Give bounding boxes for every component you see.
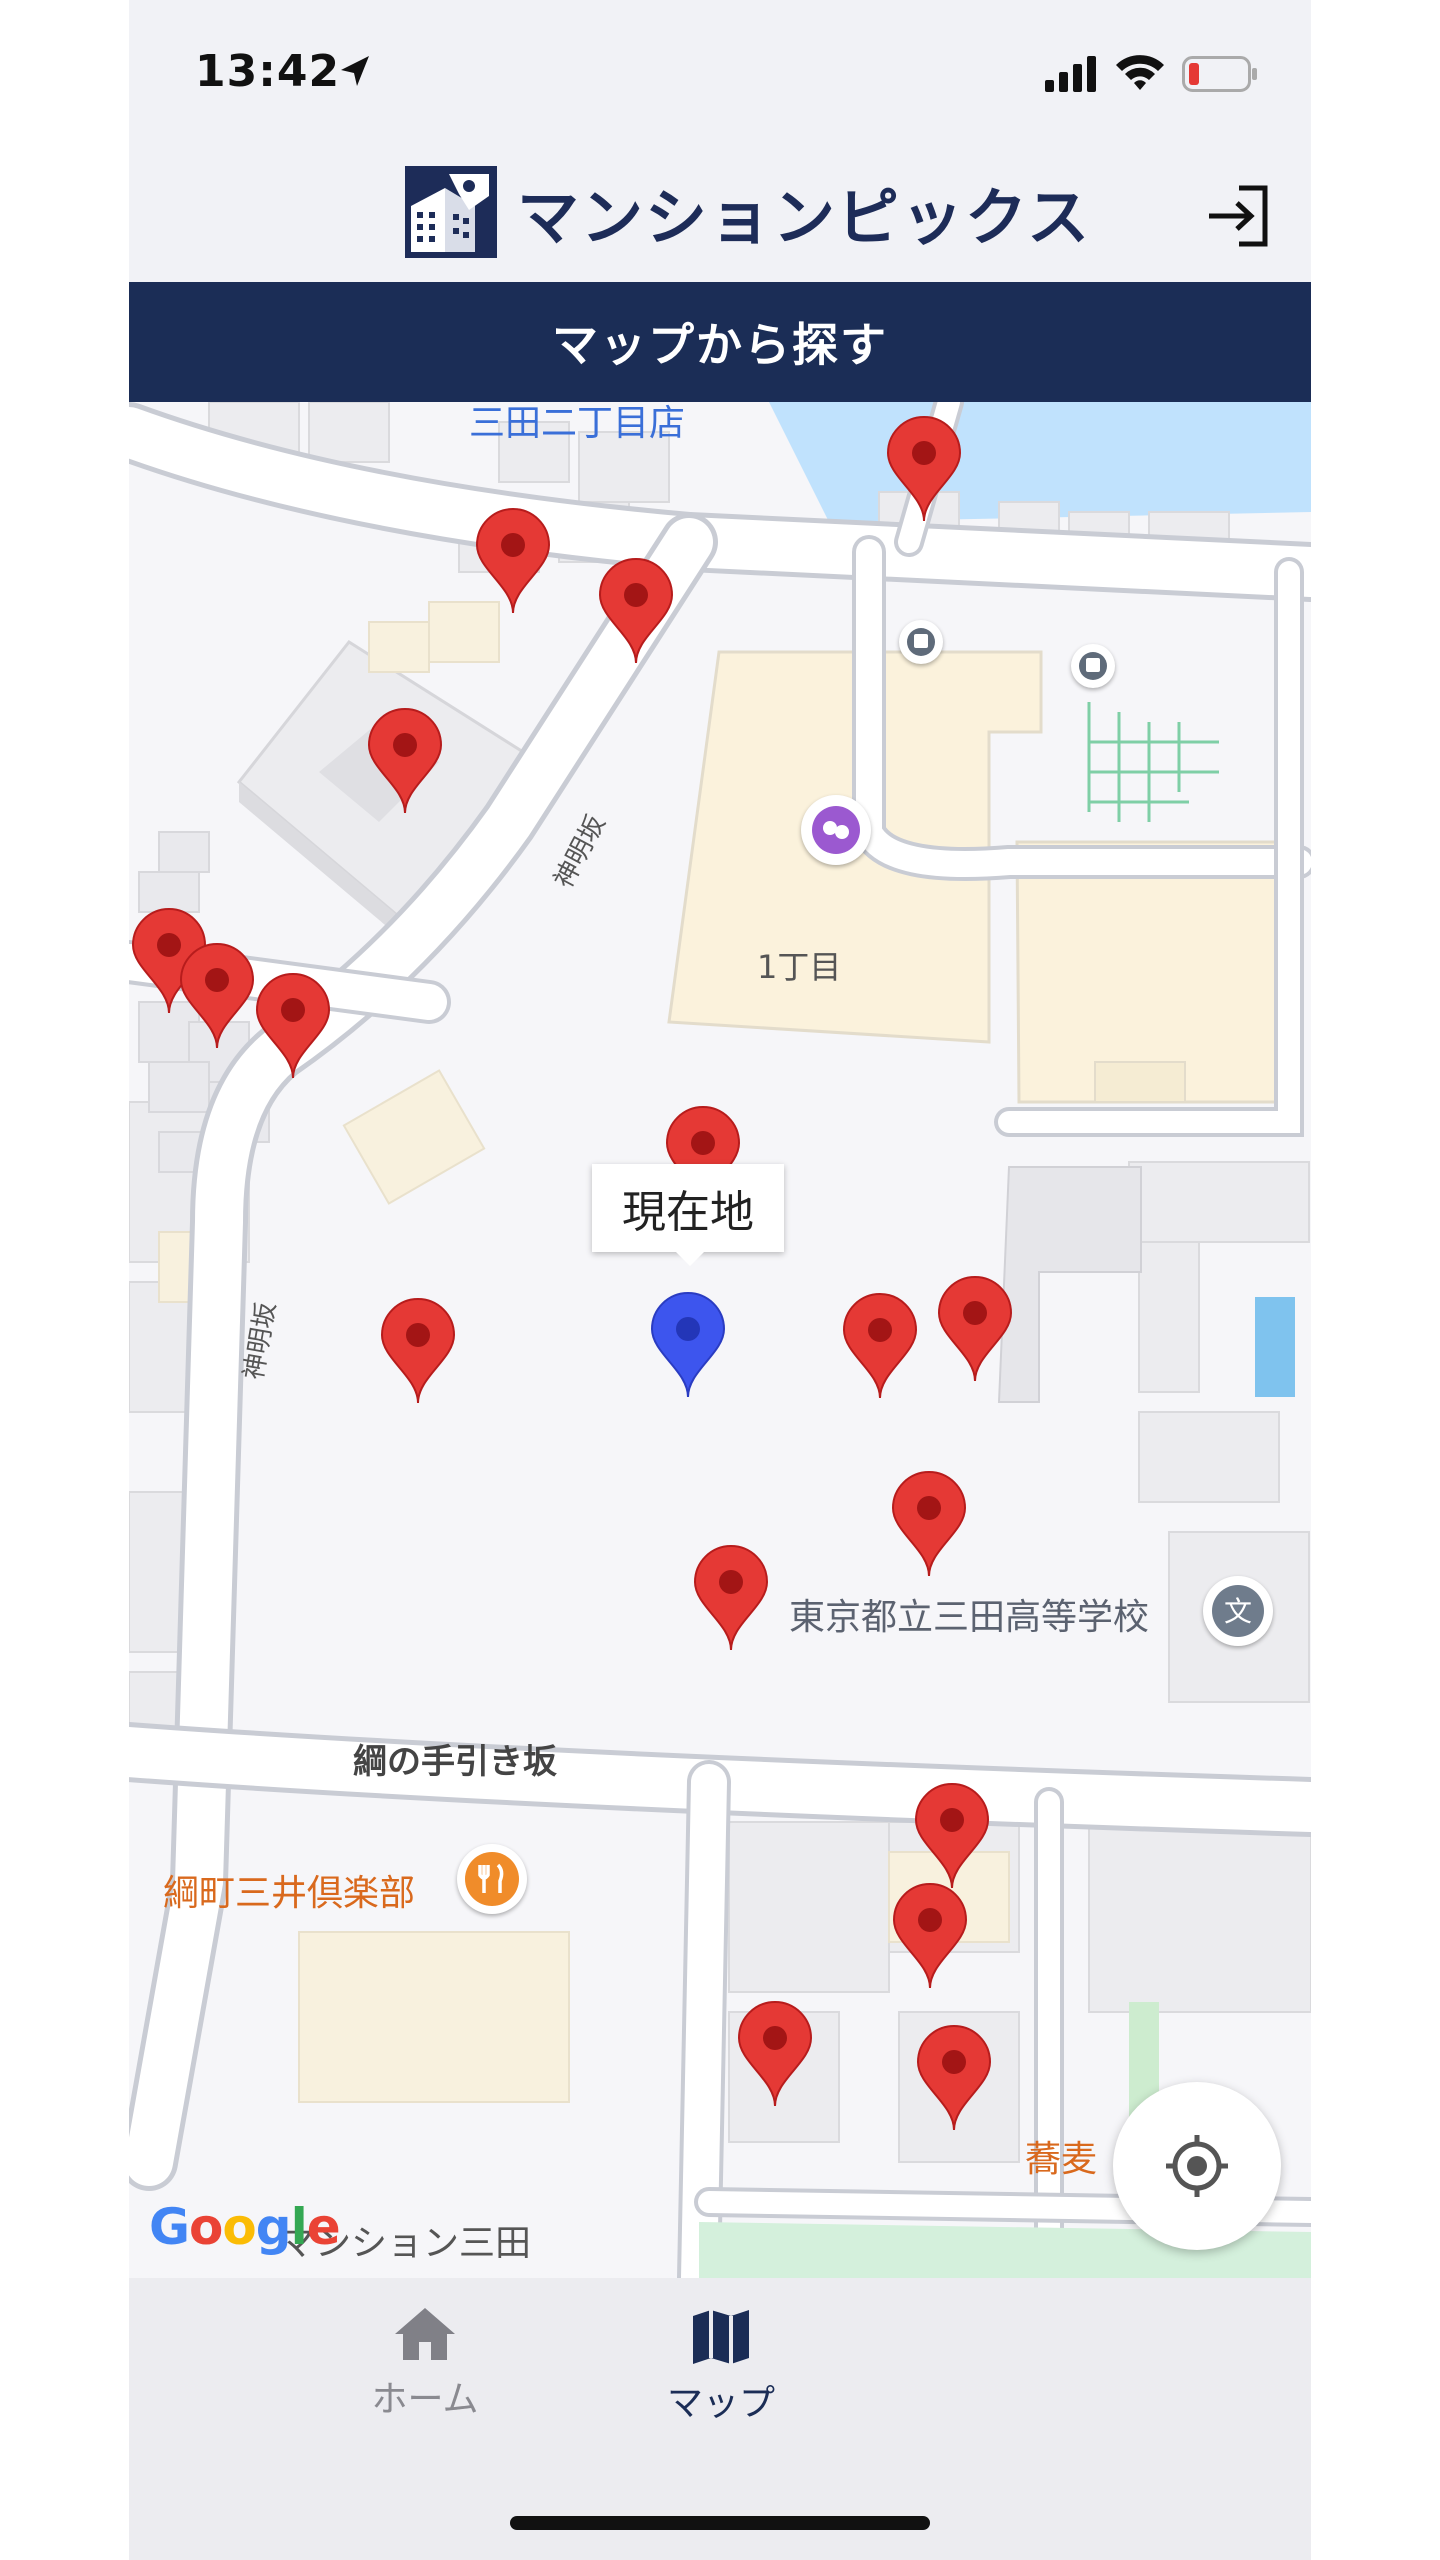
status-time: 13:42 <box>195 46 341 97</box>
app-logo: マンションピックス <box>405 166 1091 258</box>
status-bar: 13:42 <box>129 0 1311 150</box>
map-label-school: 東京都立三田高等学校 <box>789 1597 1150 1638</box>
map-icon <box>693 2310 749 2364</box>
wifi-icon <box>1116 55 1164 90</box>
property-pin[interactable] <box>365 707 445 817</box>
map-label-store: 三田二丁目店 <box>469 403 686 444</box>
property-pin[interactable] <box>691 1544 771 1654</box>
bus-stop-icon[interactable] <box>899 620 943 664</box>
property-pin[interactable] <box>935 1275 1015 1385</box>
school-icon[interactable]: 文 <box>1203 1576 1273 1646</box>
theater-icon[interactable] <box>801 795 871 865</box>
property-pin[interactable] <box>473 507 553 617</box>
property-pin[interactable] <box>884 415 964 525</box>
property-pin[interactable] <box>912 1782 992 1892</box>
current-location-tooltip: 現在地 <box>592 1164 784 1266</box>
property-pin[interactable] <box>890 1882 970 1992</box>
property-pin[interactable] <box>889 1470 969 1580</box>
property-pin[interactable] <box>177 942 257 1052</box>
tab-map-label: マップ <box>666 2383 775 2424</box>
crosshair-icon <box>1166 2135 1228 2197</box>
tab-home-label: ホーム <box>371 2379 479 2420</box>
map-view[interactable]: 三田二丁目店 1丁目 神明坂 神明坂 東京都立三田高等学校 綱の手引き坂 綱町三… <box>129 402 1311 2278</box>
restaurant-icon[interactable] <box>457 1844 527 1914</box>
map-label-district: 1丁目 <box>757 948 842 986</box>
building-logo-icon <box>405 166 497 258</box>
property-pin[interactable] <box>914 2024 994 2134</box>
my-location-button[interactable] <box>1113 2082 1281 2250</box>
bus-stop-icon[interactable] <box>1071 644 1115 688</box>
google-logo: Google <box>149 2198 341 2256</box>
app-logo-text: マンションピックス <box>517 181 1092 254</box>
map-label-soba: 蕎麦 <box>1025 2139 1098 2180</box>
location-arrow-icon <box>341 56 369 86</box>
home-indicator <box>510 2516 930 2530</box>
current-location-pin[interactable] <box>648 1291 728 1401</box>
property-pin[interactable] <box>596 557 676 667</box>
battery-low-icon <box>1182 56 1257 92</box>
phone-screen: 13:42 マンションピックス マップから探す 三田二丁目店 1丁目 神明坂 神… <box>129 0 1311 2560</box>
page-title: マップから探す <box>552 318 888 372</box>
home-icon <box>395 2308 455 2360</box>
tab-map[interactable]: マップ <box>571 2306 871 2446</box>
svg-text:文: 文 <box>1224 1595 1252 1628</box>
property-pin[interactable] <box>378 1297 458 1407</box>
title-bar: マップから探す <box>129 282 1311 402</box>
cellular-signal-icon <box>1045 56 1096 92</box>
property-pin[interactable] <box>253 972 333 1082</box>
tab-home[interactable]: ホーム <box>275 2306 575 2446</box>
property-pin[interactable] <box>840 1292 920 1402</box>
property-pin[interactable] <box>735 2000 815 2110</box>
map-label-club: 綱町三井倶楽部 <box>163 1873 416 1914</box>
app-header: マンションピックス <box>129 150 1311 282</box>
login-icon[interactable] <box>1199 176 1279 256</box>
map-label-street-tsuna: 綱の手引き坂 <box>353 1742 557 1782</box>
